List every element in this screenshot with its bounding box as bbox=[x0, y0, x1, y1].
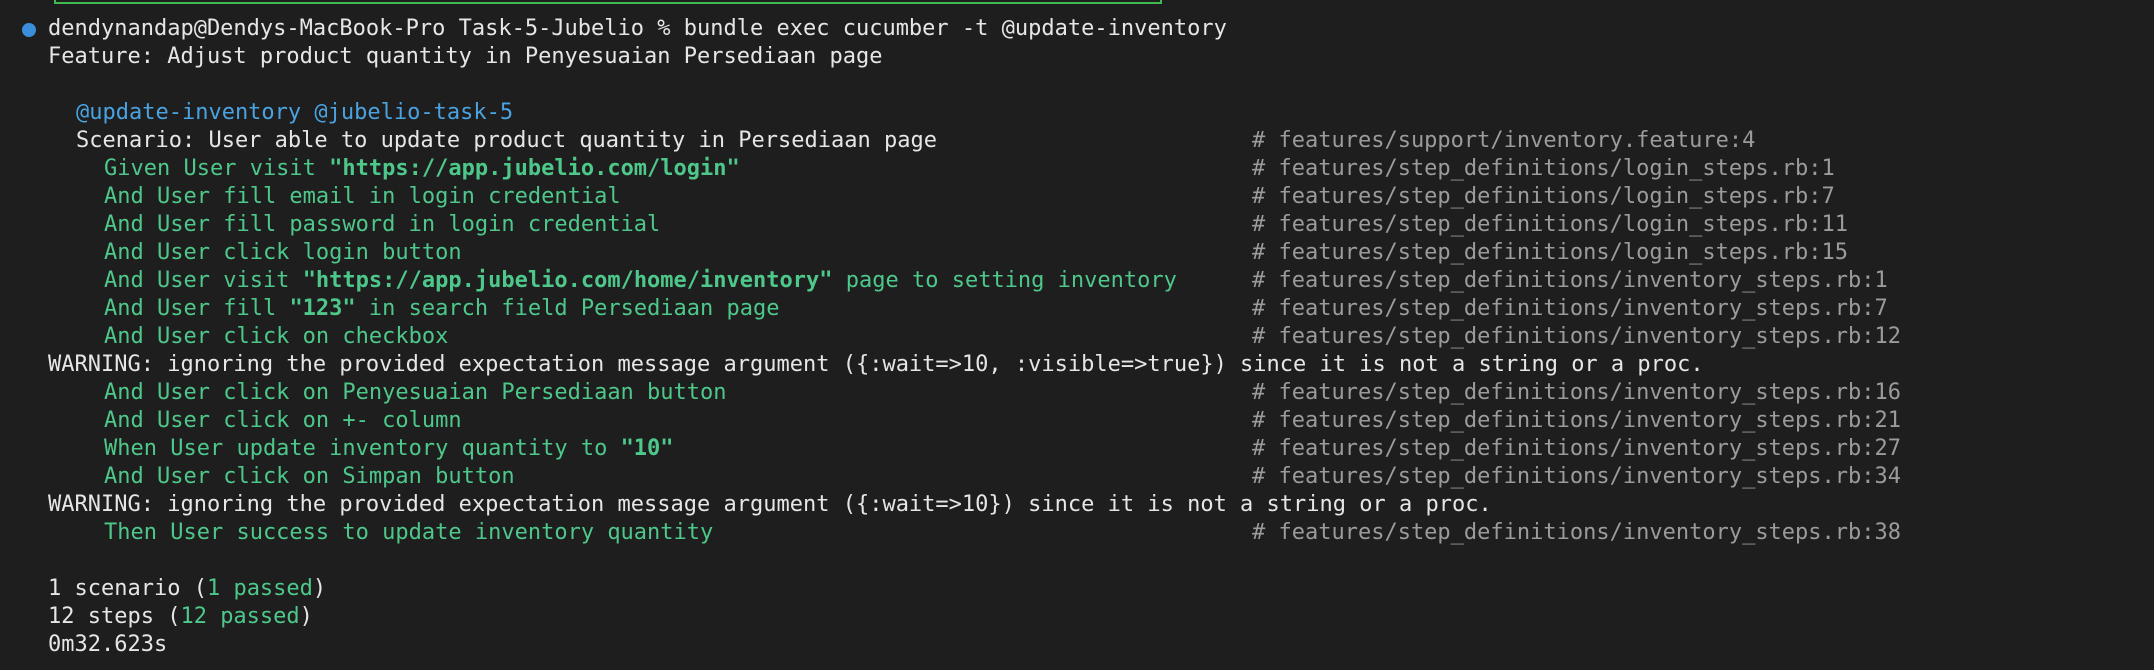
tags-line: @update-inventory @jubelio-task-5 bbox=[0, 99, 2154, 127]
step-text: And User click login button bbox=[104, 240, 462, 265]
step-line: And User fill "123" in search field Pers… bbox=[0, 295, 2154, 323]
step-location: # features/step_definitions/inventory_st… bbox=[1252, 436, 1902, 461]
selection-accent bbox=[54, 0, 1162, 4]
feature-title: Feature: Adjust product quantity in Peny… bbox=[48, 44, 883, 69]
step-text: And User fill "123" in search field Pers… bbox=[104, 296, 780, 321]
step-text: And User click on +- column bbox=[104, 408, 462, 433]
prompt-command: dendynandap@Dendys-MacBook-Pro Task-5-Ju… bbox=[48, 16, 1227, 41]
scenario-line: Scenario: User able to update product qu… bbox=[0, 127, 2154, 155]
step-line: And User click login button # features/s… bbox=[0, 239, 2154, 267]
step-text: And User fill email in login credential bbox=[104, 184, 621, 209]
warning-line: WARNING: ignoring the provided expectati… bbox=[0, 491, 2154, 519]
step-location: # features/step_definitions/login_steps.… bbox=[1252, 156, 1835, 181]
step-line: And User visit "https://app.jubelio.com/… bbox=[0, 267, 2154, 295]
duration-text: 0m32.623s bbox=[48, 632, 168, 657]
warning-line: WARNING: ignoring the provided expectati… bbox=[0, 351, 2154, 379]
scenario-tags: @update-inventory @jubelio-task-5 bbox=[76, 100, 514, 125]
step-line: And User click on Penyesuaian Persediaan… bbox=[0, 379, 2154, 407]
step-line: And User fill email in login credential … bbox=[0, 183, 2154, 211]
step-location: # features/step_definitions/login_steps.… bbox=[1252, 240, 1849, 265]
step-line: Given User visit "https://app.jubelio.co… bbox=[0, 155, 2154, 183]
warning-text: WARNING: ignoring the provided expectati… bbox=[48, 492, 1492, 517]
step-location: # features/step_definitions/inventory_st… bbox=[1252, 464, 1902, 489]
step-line: And User fill password in login credenti… bbox=[0, 211, 2154, 239]
summary-steps: 12 steps (12 passed) bbox=[48, 604, 313, 629]
step-text: And User click on Penyesuaian Persediaan… bbox=[104, 380, 727, 405]
terminal-panel[interactable]: dendynandap@Dendys-MacBook-Pro Task-5-Ju… bbox=[0, 0, 2154, 670]
step-location: # features/step_definitions/inventory_st… bbox=[1252, 380, 1902, 405]
step-text: And User visit "https://app.jubelio.com/… bbox=[104, 268, 1177, 293]
step-line: Then User success to update inventory qu… bbox=[0, 519, 2154, 547]
step-text: And User click on Simpan button bbox=[104, 464, 515, 489]
step-location: # features/step_definitions/inventory_st… bbox=[1252, 324, 1902, 349]
step-text: And User fill password in login credenti… bbox=[104, 212, 661, 237]
terminal-output: dendynandap@Dendys-MacBook-Pro Task-5-Ju… bbox=[0, 15, 2154, 659]
feature-line: Feature: Adjust product quantity in Peny… bbox=[0, 43, 2154, 71]
step-text: Given User visit "https://app.jubelio.co… bbox=[104, 156, 740, 181]
step-location: # features/step_definitions/inventory_st… bbox=[1252, 268, 1888, 293]
scenario-location: # features/support/inventory.feature:4 bbox=[1252, 128, 1756, 153]
step-line: And User click on +- column # features/s… bbox=[0, 407, 2154, 435]
step-text: When User update inventory quantity to "… bbox=[104, 436, 674, 461]
step-location: # features/step_definitions/inventory_st… bbox=[1252, 408, 1902, 433]
scenario-title: Scenario: User able to update product qu… bbox=[76, 128, 937, 153]
step-text: Then User success to update inventory qu… bbox=[104, 520, 714, 545]
step-location: # features/step_definitions/inventory_st… bbox=[1252, 296, 1888, 321]
passed-count: 12 passed bbox=[180, 604, 300, 629]
warning-text: WARNING: ignoring the provided expectati… bbox=[48, 352, 1704, 377]
step-location: # features/step_definitions/inventory_st… bbox=[1252, 520, 1902, 545]
step-location: # features/step_definitions/login_steps.… bbox=[1252, 212, 1849, 237]
step-text: And User click on checkbox bbox=[104, 324, 449, 349]
step-location: # features/step_definitions/login_steps.… bbox=[1252, 184, 1835, 209]
step-line: When User update inventory quantity to "… bbox=[0, 435, 2154, 463]
summary-duration: 0m32.623s bbox=[0, 631, 2154, 659]
step-line: And User click on checkbox # features/st… bbox=[0, 323, 2154, 351]
step-line: And User click on Simpan button # featur… bbox=[0, 463, 2154, 491]
summary-scenarios: 1 scenario (1 passed) bbox=[48, 576, 327, 601]
prompt-line: dendynandap@Dendys-MacBook-Pro Task-5-Ju… bbox=[0, 15, 2154, 43]
passed-count: 1 passed bbox=[206, 576, 313, 601]
